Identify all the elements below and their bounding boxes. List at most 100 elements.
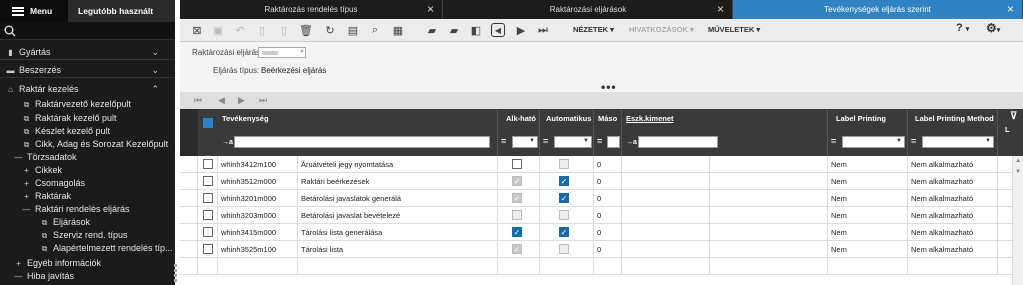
column-label: Alk-ható <box>506 114 536 123</box>
row-select-checkbox[interactable] <box>203 244 213 254</box>
table-row[interactable]: whinh3415m000 Tárolási lista generálása ✓ ✓… <box>180 224 1023 241</box>
find-icon[interactable]: ⌕ <box>368 23 382 37</box>
filter-input[interactable] <box>234 136 490 148</box>
recent-button[interactable]: Legutóbb használt <box>68 0 175 22</box>
tab-tevekenysegek[interactable]: Tevékenységek eljárás szerint × <box>733 0 1023 19</box>
filter-input[interactable] <box>638 136 718 148</box>
next-page-icon[interactable]: ▶ <box>238 95 245 106</box>
lookup-icon[interactable]: ⌕ <box>300 48 304 56</box>
filter-operator[interactable]: = <box>597 136 602 146</box>
activity-code-cell: whinh3412m100 <box>218 156 298 173</box>
text-icon[interactable]: ▦ <box>391 23 405 37</box>
tab-raktarozas-rendeles-tipus[interactable]: Raktározás rendelés típus × <box>180 0 443 19</box>
folder-icon[interactable]: ▰ <box>447 23 461 37</box>
section-label: Raktár kezelés <box>19 84 79 94</box>
header-label-printing[interactable]: Label Printing = <box>828 109 908 156</box>
table-row[interactable]: whinh3201m000 Betárolási javaslatok gener… <box>180 190 1023 207</box>
last-record-icon[interactable]: ⏭ <box>536 23 550 37</box>
table-row[interactable]: whinh3203m000 Betárolási javaslat bevétel… <box>180 207 1023 224</box>
row-select-checkbox[interactable] <box>203 210 213 220</box>
filter-input[interactable] <box>607 136 620 148</box>
alk-hato-checkbox[interactable] <box>512 159 522 169</box>
header-maso[interactable]: Máso = <box>594 109 622 156</box>
filter-dropdown[interactable] <box>842 136 905 148</box>
menu-muveletek[interactable]: MŰVELETEK ▾ <box>708 25 760 34</box>
filter-operator[interactable]: = <box>911 136 916 146</box>
header-label-printing-method[interactable]: Label Printing Method = <box>908 109 998 156</box>
sidebar-section-raktar[interactable]: ⌂ Raktár kezelés ⌃ <box>0 81 175 97</box>
duplicate-icon[interactable]: ▯ <box>277 23 291 37</box>
activity-code-cell: whinh3525m100 <box>218 241 298 258</box>
last-page-icon[interactable]: ⏭ <box>259 95 267 106</box>
sidebar-item[interactable]: — Hiba javítás <box>14 268 189 284</box>
table-row[interactable]: whinh3512m000 Raktári beérkezések ✓ ✓ 0 Nem Ne… <box>180 173 1023 190</box>
first-record-icon[interactable]: ◧ <box>469 23 483 37</box>
alk-hato-checkbox[interactable]: ✓ <box>512 227 522 237</box>
table-row[interactable] <box>180 258 1023 275</box>
close-save-icon[interactable]: ⊠ <box>190 23 204 37</box>
row-select-checkbox[interactable] <box>203 227 213 237</box>
vertical-scrollbar[interactable]: ▲ ▼ <box>1012 156 1023 285</box>
close-icon[interactable]: × <box>427 0 434 19</box>
automatikus-checkbox[interactable]: ✓ <box>559 176 569 186</box>
procedure-input[interactable]: ⌕ <box>258 47 306 58</box>
maso-cell: 0 <box>594 224 622 241</box>
table-row[interactable]: whinh3525m100 Tárolási lista ✓ 0 Nem Nem alka… <box>180 241 1023 258</box>
filter-operator[interactable]: = <box>543 136 548 146</box>
sidebar-search[interactable] <box>0 22 175 40</box>
eszk-kimenet-cell <box>622 156 710 173</box>
filter-operator[interactable]: = <box>831 136 836 146</box>
row-status-cell <box>180 173 198 190</box>
item-label: Cikkek <box>35 165 63 175</box>
filter-dropdown[interactable] <box>512 136 538 148</box>
refresh-icon[interactable]: ↻ <box>323 23 337 37</box>
table-row[interactable]: whinh3412m100 Áruátvételi jegy nyomtatása… <box>180 156 1023 173</box>
label-printing-cell: Nem <box>828 190 908 207</box>
clear-filter-icon[interactable]: ⊽ <box>1010 111 1017 122</box>
automatikus-checkbox[interactable]: ✓ <box>559 227 569 237</box>
close-icon[interactable]: × <box>1007 0 1014 19</box>
header-alk-hato[interactable]: Alk-ható = <box>498 109 540 156</box>
row-select-checkbox[interactable] <box>203 193 213 203</box>
filter-dropdown[interactable] <box>922 136 994 148</box>
folder-icon[interactable]: ▰ <box>425 23 439 37</box>
new-icon[interactable]: ▯ <box>255 23 269 37</box>
filter-operator[interactable]: = <box>501 136 506 146</box>
close-icon[interactable]: × <box>717 0 724 19</box>
header-tevekenyseg[interactable]: Tevékenység →a <box>218 109 498 156</box>
help-button[interactable]: ? ▾ <box>956 22 969 34</box>
prev-page-icon[interactable]: ◀ <box>218 95 225 106</box>
sidebar-resize-grip[interactable] <box>174 262 178 285</box>
undo-icon[interactable]: ↶ <box>233 23 247 37</box>
header-l[interactable]: L ⊽ <box>998 109 1023 156</box>
column-label: Tevékenység <box>222 114 269 123</box>
eszk-kimenet-cell <box>622 258 710 275</box>
gear-icon[interactable]: ⚙▾ <box>986 21 1000 35</box>
save-icon[interactable]: ▣ <box>211 23 225 37</box>
alk-hato-checkbox <box>512 210 522 220</box>
first-page-icon[interactable]: ⏮ <box>194 95 202 106</box>
field-label: Eljárás típus: <box>213 66 260 75</box>
select-all-checkbox[interactable] <box>203 118 213 128</box>
automatikus-checkbox[interactable]: ✓ <box>559 193 569 203</box>
chevron-up-icon: ⌃ <box>151 84 159 94</box>
header-eszk-kimenet[interactable]: Eszk.kimenet →a <box>622 109 828 156</box>
previous-record-icon[interactable]: ◀ <box>491 23 505 37</box>
sidebar-section-beszerzes[interactable]: ▬ Beszerzés ⌄ <box>0 62 175 78</box>
automatikus-cell <box>540 207 594 224</box>
row-select-cell <box>198 190 218 207</box>
menu-button[interactable]: Menu <box>0 0 68 22</box>
tab-raktarozasi-eljarasok[interactable]: Raktározási eljárások × <box>444 0 733 19</box>
header-automatikus[interactable]: Automatikus = <box>540 109 594 156</box>
filter-dropdown[interactable] <box>554 136 592 148</box>
sidebar-section-gyartas[interactable]: ▮ Gyártás ⌄ <box>0 44 175 60</box>
next-record-icon[interactable]: ▶ <box>514 23 528 37</box>
print-icon[interactable]: ▤ <box>346 23 360 37</box>
scroll-down-icon[interactable]: ▼ <box>1015 169 1021 175</box>
row-select-checkbox[interactable] <box>203 159 213 169</box>
delete-icon[interactable]: 🗑 <box>299 23 313 37</box>
scroll-up-icon[interactable]: ▲ <box>1015 158 1021 164</box>
row-select-checkbox[interactable] <box>203 176 213 186</box>
menu-hivatkozasok[interactable]: HIVATKOZÁSOK ▾ <box>629 25 694 34</box>
menu-nezetek[interactable]: NÉZETEK ▾ <box>573 25 614 34</box>
